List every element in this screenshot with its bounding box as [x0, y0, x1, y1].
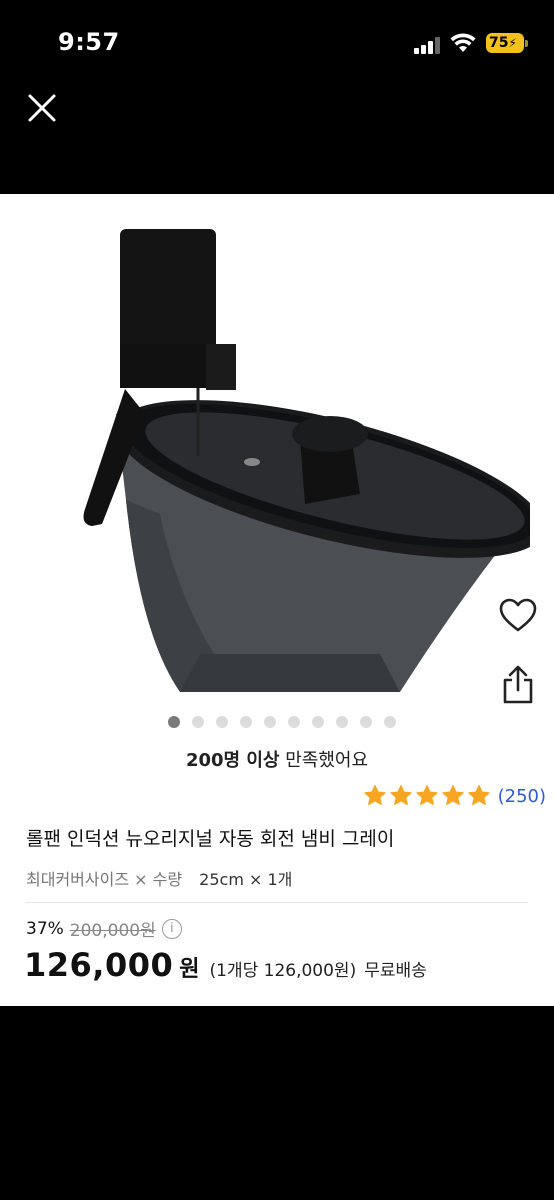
carousel-indicator: [168, 716, 396, 730]
shipping-info: 무료배송: [364, 961, 427, 981]
satisfaction-count: 200명 이상: [185, 750, 280, 771]
carousel-dot[interactable]: [264, 716, 276, 728]
info-icon[interactable]: i: [161, 918, 182, 939]
carousel-dot[interactable]: [168, 716, 180, 728]
carousel-dot[interactable]: [192, 716, 204, 728]
carousel-dot[interactable]: [288, 716, 300, 728]
heart-icon[interactable]: [498, 596, 538, 636]
satisfaction-text: 200명 이상 만족했어요: [0, 746, 554, 772]
product-title: 롤팬 인덕션 뉴오리지널 자동 회전 냄비 그레이: [26, 828, 395, 850]
star-icon: [441, 785, 464, 806]
status-time: 9:57: [58, 28, 120, 56]
close-icon[interactable]: [24, 90, 60, 126]
divider: [26, 902, 528, 903]
unit-price: (1개당 126,000원): [209, 961, 357, 981]
product-sheet: 200명 이상 만족했어요 (250) 롤팬 인덕션 뉴오리지널 자동 회전 냄…: [0, 194, 554, 1006]
price-unit: 원: [179, 957, 200, 982]
rating-stars: [363, 784, 491, 808]
carousel-dot[interactable]: [384, 716, 396, 728]
satisfaction-label: 만족했어요: [285, 750, 369, 771]
option-label: 최대커버사이즈 × 수량: [26, 870, 183, 889]
carousel-dot[interactable]: [216, 716, 228, 728]
discount-row: 37% 200,000원 i: [26, 916, 182, 941]
original-price: 200,000원: [69, 921, 156, 941]
selected-options: 최대커버사이즈 × 수량 25cm × 1개: [26, 866, 292, 890]
carousel-dot[interactable]: [240, 716, 252, 728]
star-icon: [467, 785, 490, 806]
bottom-overlay: [0, 1006, 554, 1200]
star-icon: [389, 785, 412, 806]
carousel-dot[interactable]: [312, 716, 324, 728]
status-bar: 9:57 75⚡: [0, 0, 554, 90]
sale-price: 126,000: [24, 946, 174, 984]
discount-percent: 37%: [26, 918, 64, 939]
star-icon: [363, 785, 386, 806]
modal-header: [0, 90, 554, 194]
rating[interactable]: (250): [363, 784, 546, 808]
battery-icon: 75⚡: [486, 33, 528, 53]
carousel-dot[interactable]: [360, 716, 372, 728]
price-row: 126,000 원 (1개당 126,000원) 무료배송: [24, 946, 427, 984]
rating-count[interactable]: (250): [498, 786, 546, 807]
cellular-signal-icon: [414, 36, 442, 54]
share-icon[interactable]: [498, 664, 538, 706]
star-icon: [415, 785, 438, 806]
option-value: 25cm × 1개: [199, 870, 293, 889]
battery-level: 75: [489, 35, 509, 51]
wifi-icon: [450, 33, 476, 52]
product-image[interactable]: [30, 214, 530, 704]
carousel-dot[interactable]: [336, 716, 348, 728]
